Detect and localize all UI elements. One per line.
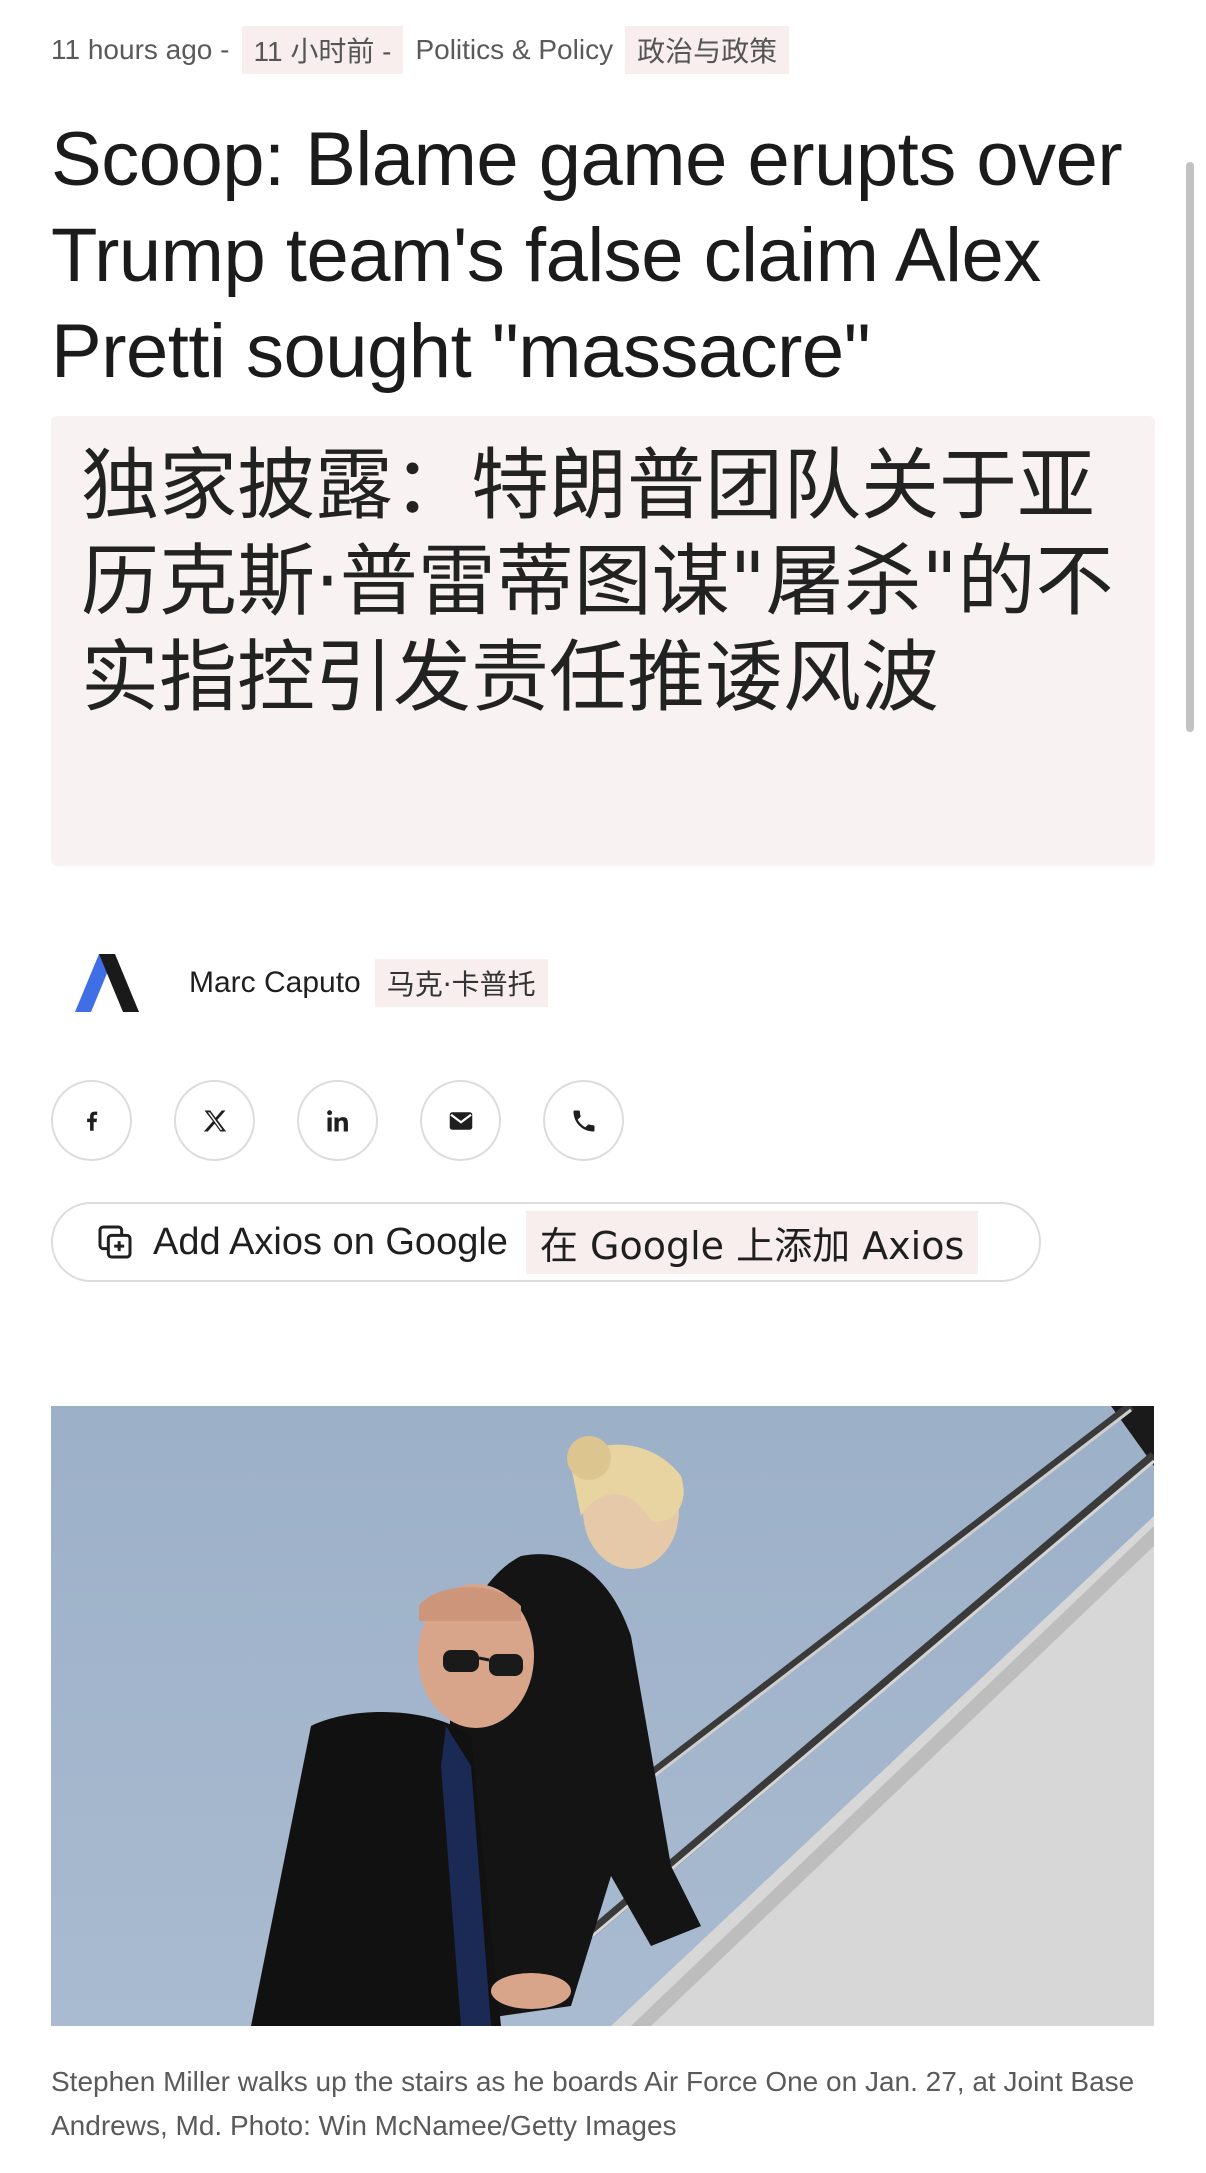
phone-icon bbox=[573, 1110, 594, 1131]
share-facebook-button[interactable] bbox=[51, 1080, 132, 1161]
facebook-icon bbox=[86, 1111, 97, 1131]
share-x-button[interactable] bbox=[174, 1080, 255, 1161]
headline: Scoop: Blame game erupts over Trump team… bbox=[51, 117, 1123, 394]
byline: Marc Caputo 马克·卡普托 bbox=[51, 940, 548, 1026]
author-name-translation: 马克·卡普托 bbox=[374, 959, 548, 1007]
share-linkedin-button[interactable] bbox=[297, 1080, 378, 1161]
share-phone-button[interactable] bbox=[543, 1080, 624, 1161]
email-icon bbox=[449, 1111, 472, 1130]
share-email-button[interactable] bbox=[420, 1080, 501, 1161]
article-photo bbox=[51, 1406, 1154, 2026]
add-axios-on-google-button[interactable]: Add Axios on Google 在 Google 上添加 Axios bbox=[51, 1202, 1041, 1282]
scrollbar[interactable] bbox=[1186, 162, 1194, 732]
axios-logo-icon[interactable] bbox=[51, 940, 163, 1026]
add-to-collection-icon bbox=[98, 1225, 132, 1259]
share-buttons bbox=[51, 1080, 624, 1161]
photo-caption: Stephen Miller walks up the stairs as he… bbox=[51, 2066, 1135, 2141]
x-icon bbox=[203, 1110, 226, 1131]
add-axios-label-translation: 在 Google 上添加 Axios bbox=[525, 1210, 979, 1274]
timestamp: 11 hours ago - bbox=[51, 34, 230, 65]
article-meta: 11 hours ago - 11 小时前 - Politics & Polic… bbox=[51, 26, 801, 74]
add-axios-label: Add Axios on Google bbox=[153, 1220, 508, 1263]
author-name[interactable]: Marc Caputo bbox=[189, 966, 361, 1000]
timestamp-translation: 11 小时前 - bbox=[241, 26, 404, 74]
headline-translation: 独家披露：特朗普团队关于亚历克斯·普雷蒂图谋"屠杀"的不实指控引发责任推诿风波 bbox=[81, 441, 1114, 723]
linkedin-icon bbox=[326, 1109, 348, 1131]
category-link[interactable]: Politics & Policy bbox=[415, 34, 613, 66]
headline-translation-box: 独家披露：特朗普团队关于亚历克斯·普雷蒂图谋"屠杀"的不实指控引发责任推诿风波 bbox=[51, 416, 1155, 866]
category-translation: 政治与政策 bbox=[625, 26, 790, 74]
